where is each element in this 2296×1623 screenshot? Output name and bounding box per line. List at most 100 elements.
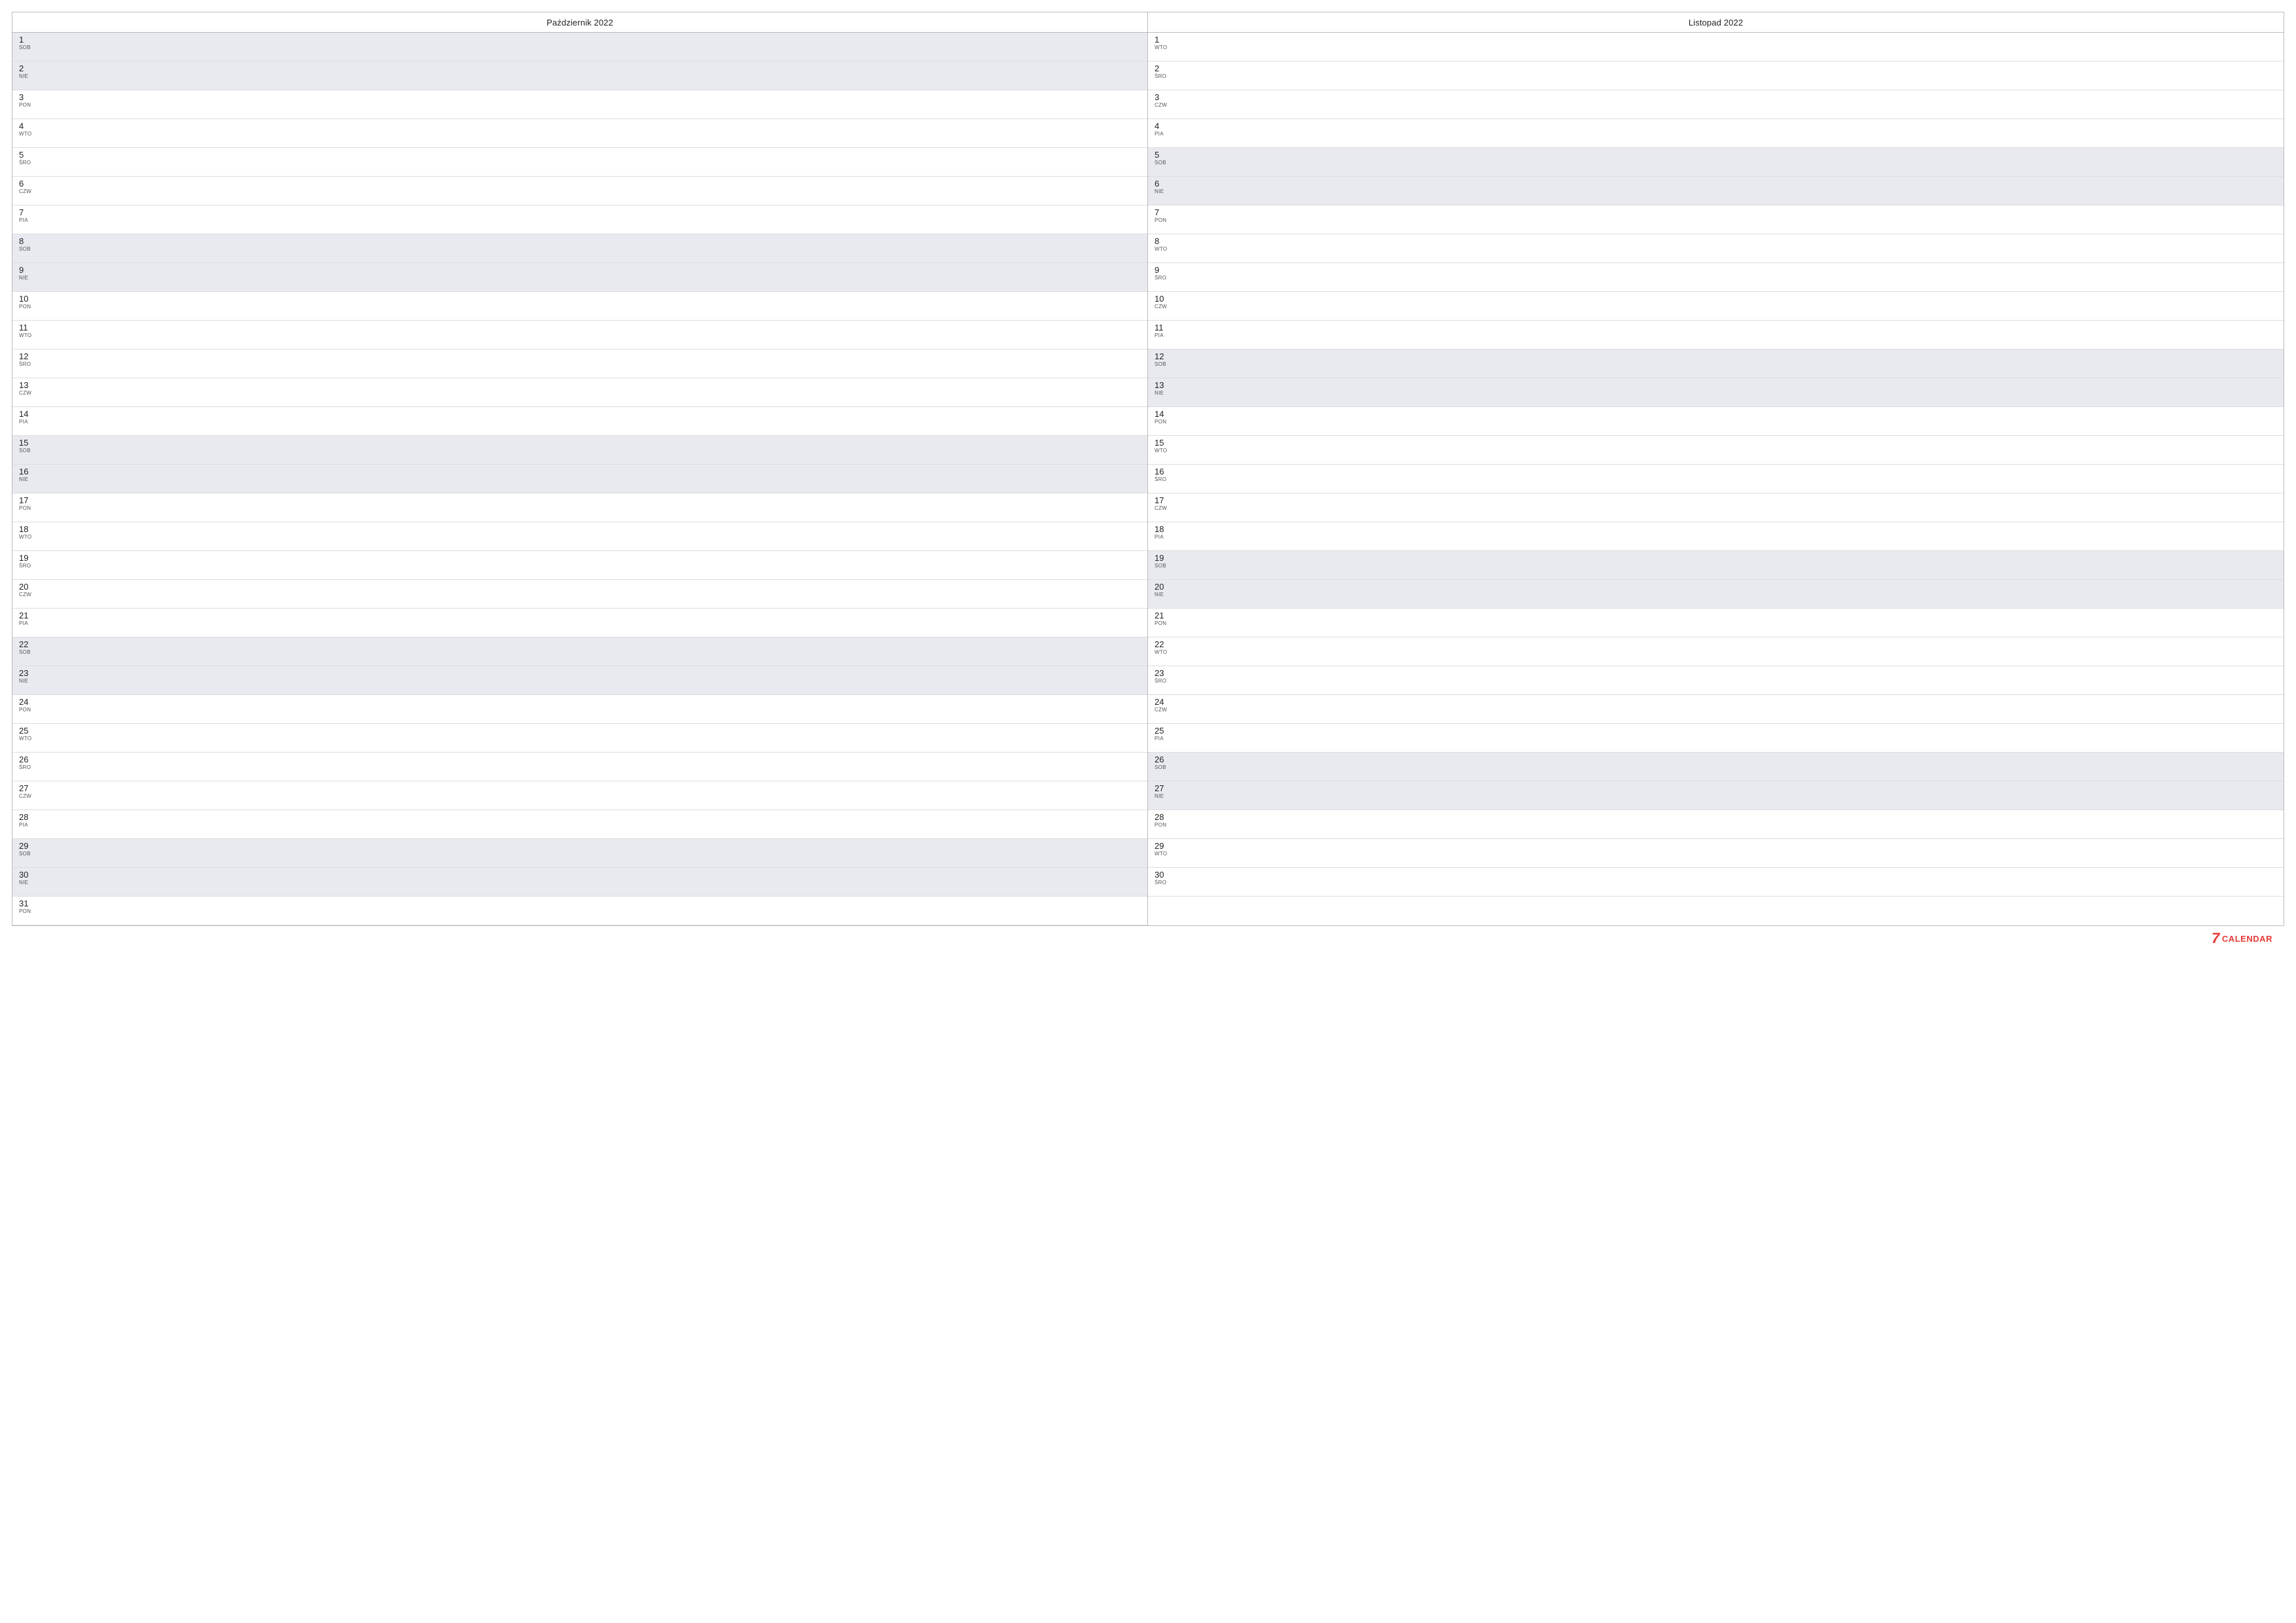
day-info: 29SOB	[19, 842, 33, 857]
day-info: 21PON	[1155, 611, 1169, 627]
day-row: 7PON	[1148, 205, 2284, 234]
day-info: 24PON	[19, 698, 33, 713]
day-name: WTO	[19, 132, 33, 137]
month-col-1: Październik 20221SOB2NIE3PON4WTO5ŚRO6CZW…	[12, 12, 1148, 925]
day-row: 23ŚRO	[1148, 666, 2284, 695]
day-info: 18WTO	[19, 525, 33, 541]
day-name: CZW	[19, 189, 33, 195]
day-name: WTO	[19, 333, 33, 339]
day-number: 2	[19, 64, 33, 73]
day-row: 19SOB	[1148, 551, 2284, 580]
day-row: 22SOB	[12, 637, 1147, 666]
day-number: 19	[1155, 554, 1169, 563]
day-name: PON	[1155, 621, 1169, 627]
day-info: 7PON	[1155, 208, 1169, 224]
day-row: 19ŚRO	[12, 551, 1147, 580]
day-row: 2NIE	[12, 62, 1147, 90]
day-number: 6	[1155, 179, 1169, 188]
day-info: 28PON	[1155, 813, 1169, 829]
day-info: 27CZW	[19, 784, 33, 800]
day-info: 1WTO	[1155, 35, 1169, 51]
day-name: WTO	[1155, 45, 1169, 51]
day-number: 20	[1155, 582, 1169, 592]
day-number: 21	[19, 611, 33, 620]
day-info: 19ŚRO	[19, 554, 33, 569]
day-number: 9	[1155, 266, 1169, 275]
day-info: 11PIA	[1155, 323, 1169, 339]
month-header-1: Październik 2022	[12, 12, 1147, 33]
day-info: 10PON	[19, 294, 33, 310]
day-name: ŚRO	[19, 362, 33, 368]
day-row: 23NIE	[12, 666, 1147, 695]
day-name: PON	[1155, 218, 1169, 224]
day-name: WTO	[19, 535, 33, 541]
day-row: 16ŚRO	[1148, 465, 2284, 493]
day-info: 11WTO	[19, 323, 33, 339]
day-info: 13CZW	[19, 381, 33, 397]
day-number: 10	[1155, 294, 1169, 304]
day-row: 7PIA	[12, 205, 1147, 234]
day-info: 15WTO	[1155, 438, 1169, 454]
day-number: 23	[19, 669, 33, 678]
day-name: SOB	[1155, 765, 1169, 771]
day-row: 22WTO	[1148, 637, 2284, 666]
day-row: 17PON	[12, 493, 1147, 522]
day-row: 13CZW	[12, 378, 1147, 407]
day-number: 2	[1155, 64, 1169, 73]
day-row: 14PON	[1148, 407, 2284, 436]
day-row: 8SOB	[12, 234, 1147, 263]
day-info: 9NIE	[19, 266, 33, 281]
day-name: PON	[1155, 419, 1169, 425]
day-info: 9ŚRO	[1155, 266, 1169, 281]
day-row: 5ŚRO	[12, 148, 1147, 177]
day-row: 16NIE	[12, 465, 1147, 493]
day-number: 5	[19, 151, 33, 160]
day-info: 17PON	[19, 496, 33, 512]
logo-number: 7	[2212, 931, 2220, 946]
day-row: 11WTO	[12, 321, 1147, 349]
day-name: CZW	[1155, 506, 1169, 512]
day-info: 30ŚRO	[1155, 870, 1169, 886]
day-number: 27	[1155, 784, 1169, 793]
day-number: 17	[19, 496, 33, 505]
month-header-2: Listopad 2022	[1148, 12, 2284, 33]
day-info: 1SOB	[19, 35, 33, 51]
day-row: 6NIE	[1148, 177, 2284, 205]
day-number: 4	[19, 122, 33, 131]
day-number: 6	[19, 179, 33, 188]
day-name: NIE	[1155, 794, 1169, 800]
day-name: ŚRO	[19, 563, 33, 569]
day-name: PIA	[19, 823, 33, 829]
day-row: 1SOB	[12, 33, 1147, 62]
day-number: 1	[19, 35, 33, 45]
day-name: PIA	[19, 218, 33, 224]
day-info: 2NIE	[19, 64, 33, 80]
footer-logo: 7 CALENDAR	[2212, 931, 2272, 946]
day-row: 3PON	[12, 90, 1147, 119]
day-info: 12SOB	[1155, 352, 1169, 368]
day-row: 21PIA	[12, 609, 1147, 637]
day-name: PIA	[1155, 132, 1169, 137]
day-number: 23	[1155, 669, 1169, 678]
day-row: 21PON	[1148, 609, 2284, 637]
day-info: 23NIE	[19, 669, 33, 685]
day-info: 15SOB	[19, 438, 33, 454]
day-number: 18	[1155, 525, 1169, 534]
day-number: 8	[1155, 237, 1169, 246]
day-name: WTO	[1155, 448, 1169, 454]
day-number: 14	[19, 410, 33, 419]
day-name: PON	[19, 909, 33, 915]
day-info: 7PIA	[19, 208, 33, 224]
day-number: 18	[19, 525, 33, 534]
day-name: ŚRO	[19, 765, 33, 771]
day-name: SOB	[19, 448, 33, 454]
day-info: 30NIE	[19, 870, 33, 886]
day-row: 27NIE	[1148, 781, 2284, 810]
day-name: NIE	[1155, 189, 1169, 195]
day-name: NIE	[19, 276, 33, 281]
day-row: 18WTO	[12, 522, 1147, 551]
day-row: 4WTO	[12, 119, 1147, 148]
day-row: 26ŚRO	[12, 753, 1147, 781]
day-number: 8	[19, 237, 33, 246]
day-number: 19	[19, 554, 33, 563]
